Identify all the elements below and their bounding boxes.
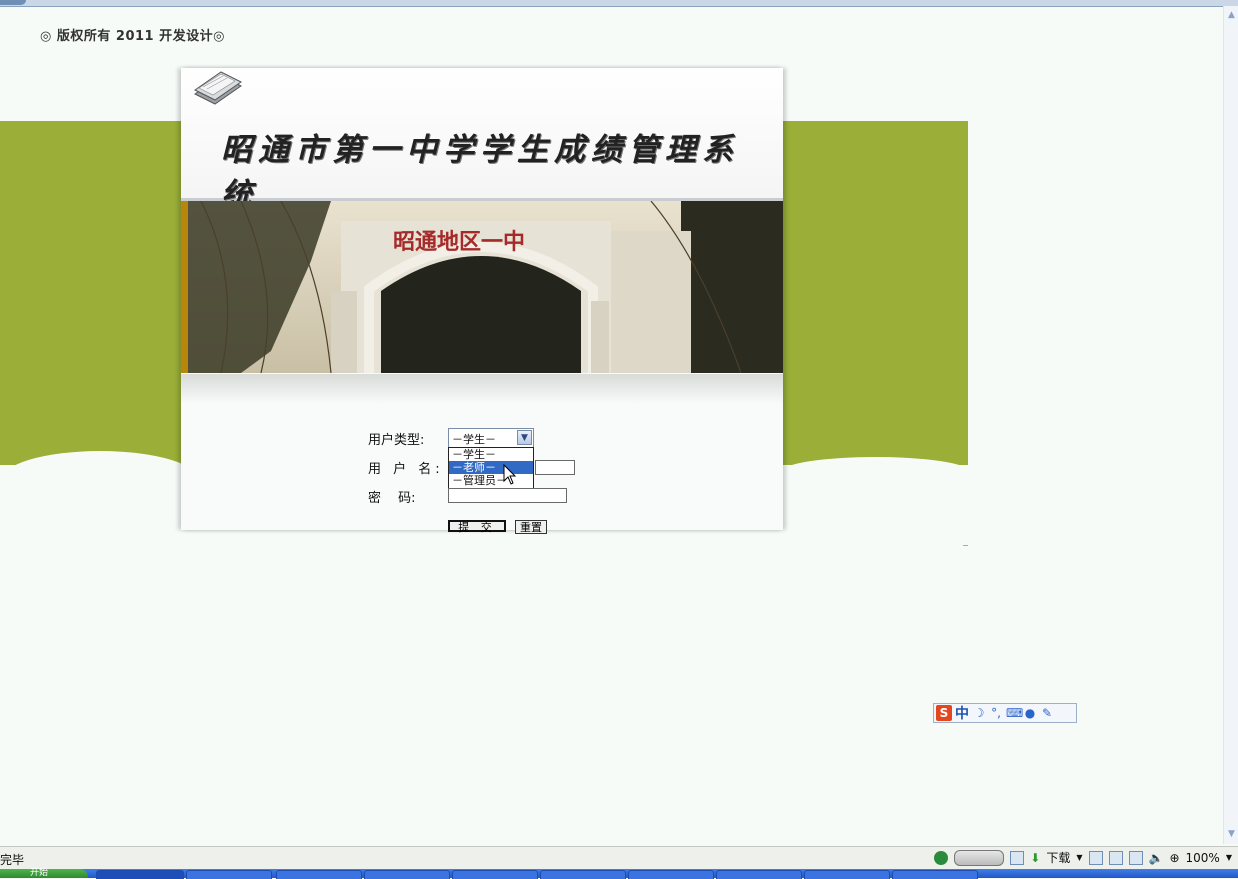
- screen-icon[interactable]: [1128, 850, 1143, 865]
- chevron-down-icon[interactable]: ▼: [517, 430, 532, 445]
- zoom-level[interactable]: 100%: [1186, 851, 1220, 865]
- submit-button[interactable]: 提 交: [448, 520, 506, 533]
- username-input[interactable]: [535, 460, 575, 475]
- download-label[interactable]: 下载: [1046, 849, 1070, 866]
- mouse-pointer-icon: [503, 464, 517, 485]
- ime-toolbar[interactable]: S 中 ☽ °, ⌨ ● ✎: [933, 703, 1077, 723]
- band-curve-left: [0, 451, 200, 481]
- browser-top-edge: [0, 0, 1238, 7]
- copyright-text: ◎ 版权所有 2011 开发设计◎: [40, 29, 225, 44]
- keyboard-icon[interactable]: ⌨: [1006, 706, 1023, 720]
- browser-tab-edge[interactable]: [0, 0, 26, 5]
- password-input[interactable]: [448, 488, 567, 503]
- globe-icon[interactable]: [934, 850, 949, 865]
- speaker-icon[interactable]: 🔈: [1149, 851, 1164, 865]
- status-text: 完毕: [0, 853, 25, 867]
- option-student[interactable]: －学生－: [449, 448, 533, 461]
- user-type-label: 用户类型:: [368, 433, 425, 448]
- chevron-down-icon[interactable]: ▼: [1076, 853, 1082, 862]
- user-type-dropdown-list[interactable]: －学生－ －老师－ －管理员－: [448, 447, 534, 491]
- username-label: 用 户 名:: [368, 462, 444, 477]
- window-icon[interactable]: [1010, 850, 1025, 865]
- small-marker: [963, 540, 968, 546]
- browser-status-bar: 完毕 ⬇ 下载 ▼ 🔈 ⊕ 100% ▼: [0, 846, 1238, 869]
- download-arrow-icon[interactable]: ⬇: [1030, 851, 1040, 865]
- print-icon[interactable]: [1108, 850, 1123, 865]
- moon-icon[interactable]: ☽: [972, 706, 986, 720]
- reset-button[interactable]: 重置: [515, 520, 547, 534]
- punctuation-icon[interactable]: °,: [989, 706, 1003, 720]
- vertical-scrollbar[interactable]: ▲ ▼: [1223, 6, 1238, 844]
- scroll-down-icon[interactable]: ▼: [1226, 829, 1237, 840]
- login-panel: 昭通市第一中学学生成绩管理系统 昭通地区一中 用户类型: －学生－ ▼ －学生－…: [181, 68, 783, 534]
- status-bar-tools: ⬇ 下载 ▼ 🔈 ⊕ 100% ▼: [934, 849, 1232, 866]
- wrench-icon[interactable]: ✎: [1040, 706, 1054, 720]
- ime-mode-toggle[interactable]: 中: [955, 703, 969, 723]
- chevron-down-icon[interactable]: ▼: [1226, 853, 1232, 862]
- user-icon[interactable]: ●: [1023, 706, 1037, 720]
- scroll-up-icon[interactable]: ▲: [1226, 10, 1237, 21]
- sogou-logo-icon[interactable]: S: [936, 705, 952, 721]
- option-teacher[interactable]: －老师－: [449, 461, 533, 474]
- windows-taskbar: 开始: [0, 869, 1238, 879]
- password-label: 密 码:: [368, 491, 416, 506]
- zoom-icon[interactable]: ⊕: [1169, 851, 1179, 865]
- panel-icon[interactable]: [1088, 850, 1103, 865]
- option-admin[interactable]: －管理员－: [449, 474, 533, 487]
- toggle-switch-icon[interactable]: [954, 849, 1005, 866]
- start-button[interactable]: 开始: [0, 869, 88, 878]
- user-type-selected-value: －学生－: [452, 433, 496, 446]
- user-type-select[interactable]: －学生－ ▼: [448, 428, 534, 448]
- login-form: 用户类型: －学生－ ▼ －学生－ －老师－ －管理员－ 用 户 名: 密 码:…: [181, 68, 783, 534]
- band-curve-right: [783, 457, 968, 471]
